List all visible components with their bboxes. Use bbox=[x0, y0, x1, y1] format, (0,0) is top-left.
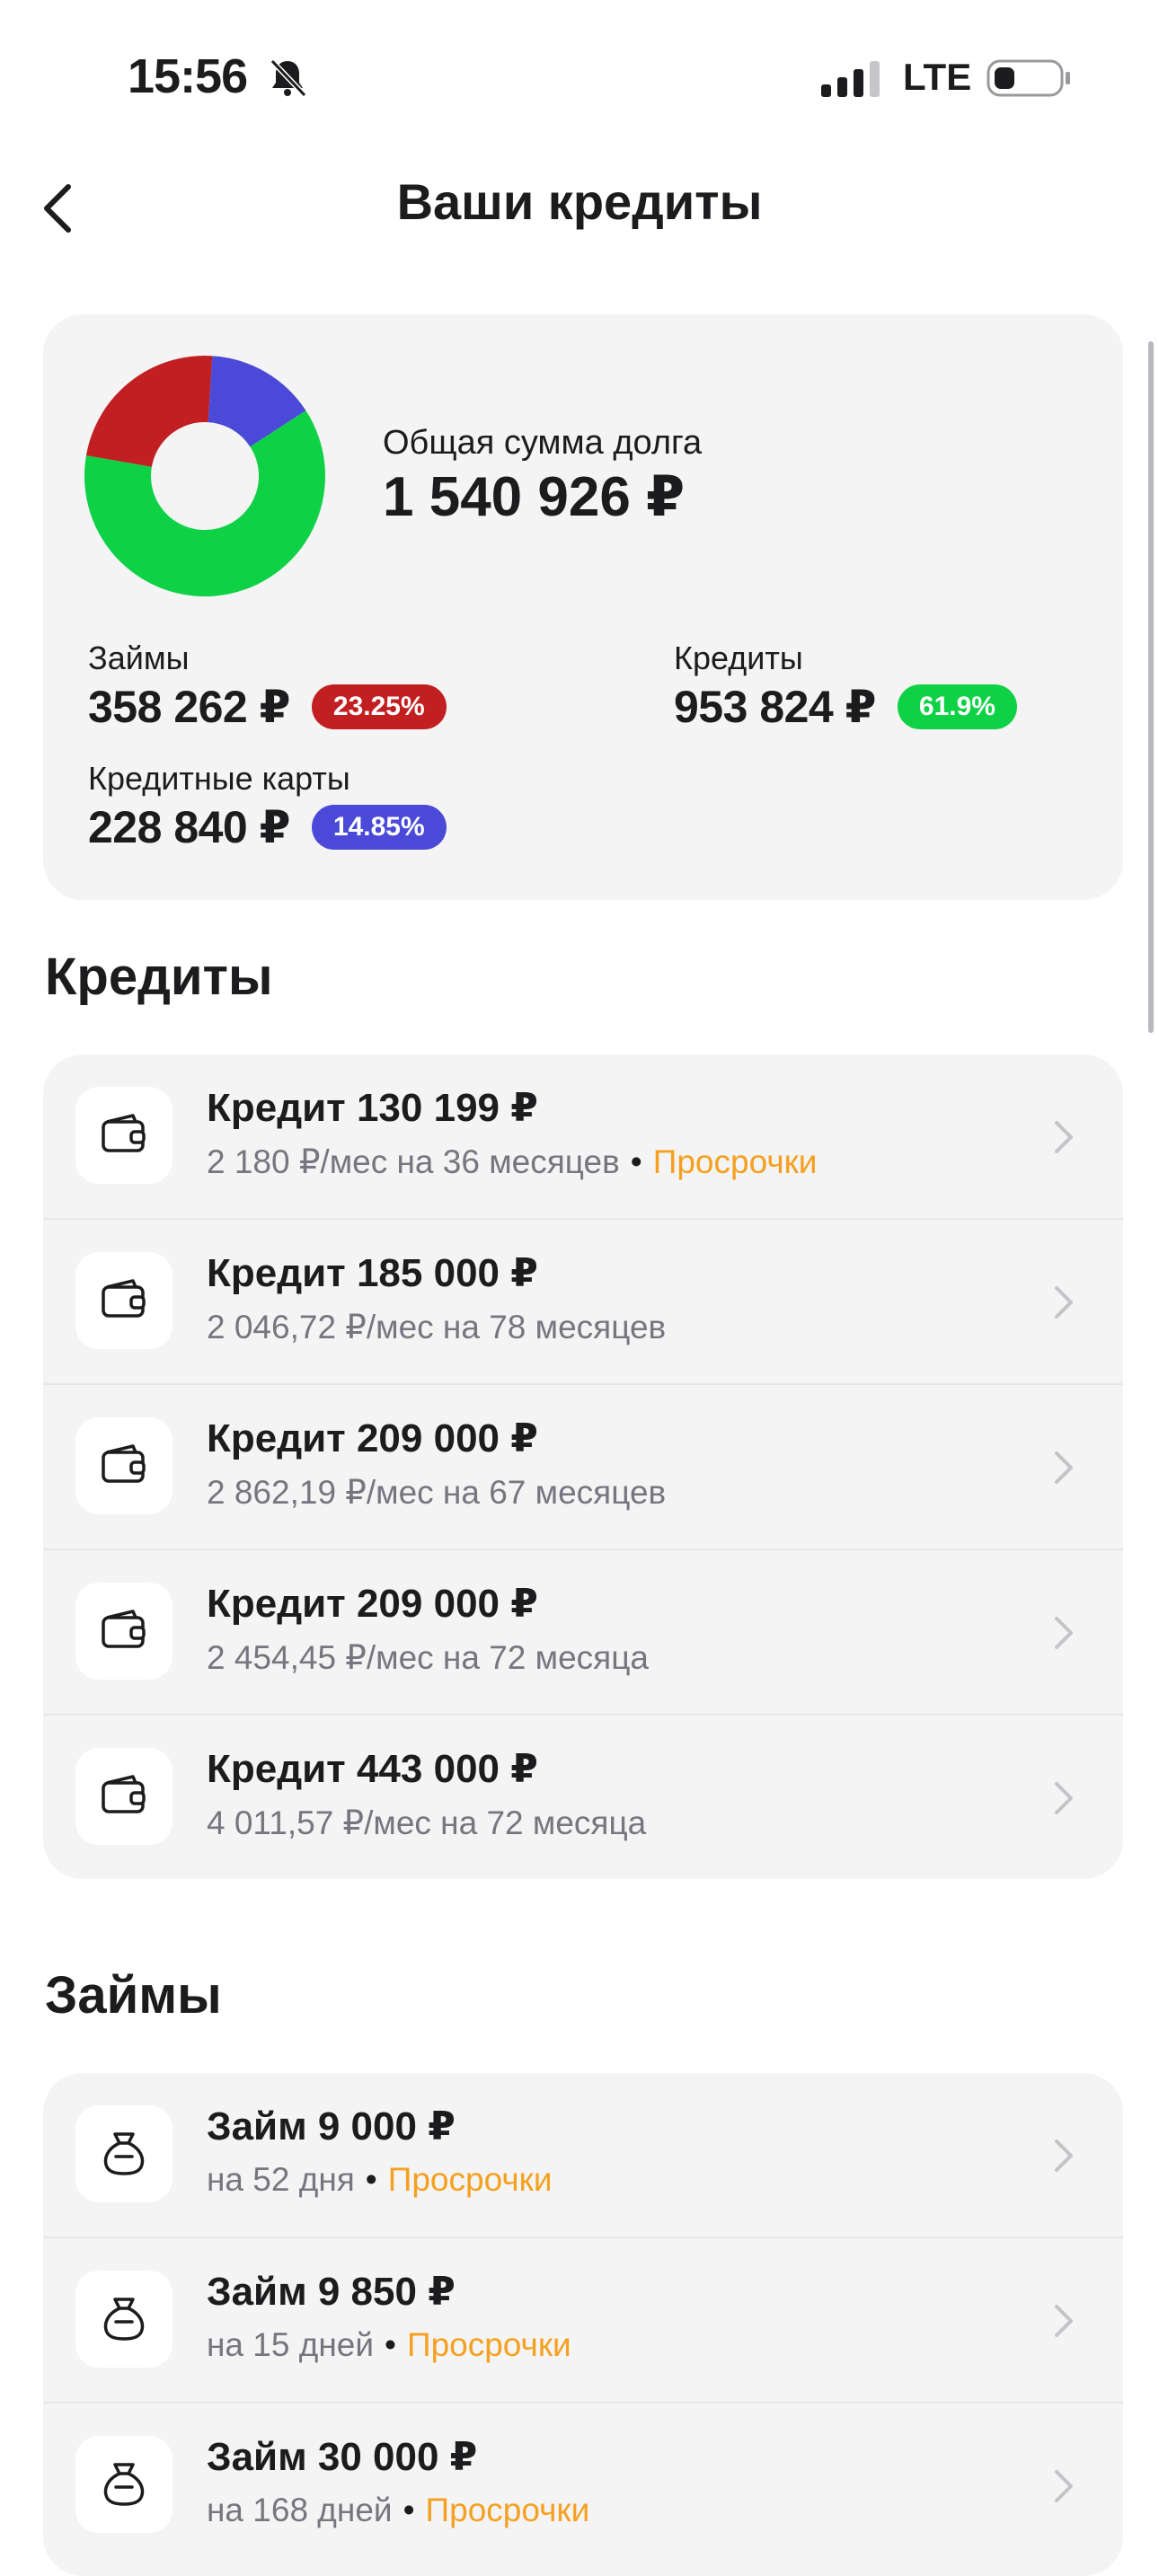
chevron-right-icon bbox=[1055, 2305, 1073, 2337]
scrollbar[interactable] bbox=[1148, 341, 1154, 1033]
loan-icon-box bbox=[75, 2436, 173, 2533]
money-bag-icon bbox=[103, 2132, 145, 2175]
credit-icon-box bbox=[75, 1252, 173, 1349]
credit-item-subtitle: 2 862,19 ₽/мес на 67 месяцев bbox=[207, 1474, 667, 1511]
credit-item[interactable]: Кредит 185 000 ₽ 2 046,72 ₽/мес на 78 ме… bbox=[43, 1220, 1123, 1385]
overdue-label: Просрочки bbox=[387, 2161, 553, 2198]
credit-item-subtitle: 2 180 ₽/мес на 36 месяцев • Просрочки bbox=[207, 1142, 817, 1181]
loan-item[interactable]: Займ 30 000 ₽ на 168 дней • Просрочки bbox=[43, 2404, 1123, 2567]
cards-summary-label: Кредитные карты bbox=[88, 760, 350, 797]
credit-item[interactable]: Кредит 209 000 ₽ 2 454,45 ₽/мес на 72 ме… bbox=[43, 1550, 1123, 1716]
donut-segment-loans bbox=[85, 356, 213, 467]
credits-list: Кредит 130 199 ₽ 2 180 ₽/мес на 36 месяц… bbox=[43, 1054, 1123, 1879]
battery-icon bbox=[986, 59, 1070, 97]
credit-item-title: Кредит 209 000 ₽ bbox=[207, 1416, 538, 1460]
credit-icon-box bbox=[75, 1583, 173, 1680]
wallet-icon bbox=[102, 1775, 146, 1813]
credits-summary-label: Кредиты bbox=[674, 640, 803, 676]
credit-item[interactable]: Кредит 130 199 ₽ 2 180 ₽/мес на 36 месяц… bbox=[43, 1054, 1123, 1220]
loans-percent-badge: 23.25% bbox=[311, 684, 447, 729]
chevron-right-icon bbox=[1055, 1451, 1073, 1484]
cards-summary-value: 228 840 ₽ bbox=[88, 802, 290, 852]
loans-summary-value: 358 262 ₽ bbox=[88, 682, 290, 732]
credits-summary-value: 953 824 ₽ bbox=[674, 682, 876, 732]
credit-item-subtitle: 4 011,57 ₽/мес на 72 месяца bbox=[207, 1804, 647, 1841]
loan-icon-box bbox=[75, 2105, 173, 2202]
credit-item-subtitle: 2 454,45 ₽/мес на 72 месяца bbox=[207, 1639, 649, 1676]
nav-bar: Ваши кредиты bbox=[0, 153, 1159, 260]
loan-item-title: Займ 30 000 ₽ bbox=[207, 2435, 478, 2479]
separator-dot: • bbox=[385, 2326, 396, 2363]
separator-dot: • bbox=[365, 2161, 377, 2198]
credit-item-title: Кредит 130 199 ₽ bbox=[207, 1086, 538, 1130]
signal-icon bbox=[821, 61, 880, 97]
chevron-right-icon bbox=[1055, 1286, 1073, 1319]
loan-icon-box bbox=[75, 2271, 173, 2368]
credit-item[interactable]: Кредит 443 000 ₽ 4 011,57 ₽/мес на 72 ме… bbox=[43, 1716, 1123, 1879]
page-title: Ваши кредиты bbox=[396, 173, 763, 230]
chevron-right-icon bbox=[1055, 2470, 1073, 2502]
chevron-right-icon bbox=[1055, 1617, 1073, 1649]
credit-icon-box bbox=[75, 1417, 173, 1514]
chevron-right-icon bbox=[1055, 1782, 1073, 1814]
cards-summary: Кредитные карты 228 840 ₽ 14.85% bbox=[88, 760, 447, 853]
bell-muted-icon bbox=[270, 58, 307, 98]
credit-icon-box bbox=[75, 1748, 173, 1845]
overdue-label: Просрочки bbox=[652, 1143, 818, 1180]
cards-percent-badge: 14.85% bbox=[311, 805, 447, 850]
loans-section-title: Займы bbox=[45, 1966, 222, 2025]
total-debt-label: Общая сумма долга bbox=[383, 424, 703, 462]
loan-item-subtitle: на 15 дней • Просрочки bbox=[207, 2326, 571, 2364]
separator-dot: • bbox=[403, 2492, 415, 2528]
separator-dot: • bbox=[630, 1143, 642, 1180]
wallet-icon bbox=[102, 1114, 146, 1152]
loans-summary: Займы 358 262 ₽ 23.25% bbox=[88, 640, 447, 733]
loan-item-subtitle: на 52 дня • Просрочки bbox=[207, 2161, 553, 2199]
credit-item-title: Кредит 209 000 ₽ bbox=[207, 1582, 538, 1626]
loans-list: Займ 9 000 ₽ на 52 дня • Просрочки Займ 9 … bbox=[43, 2073, 1123, 2576]
credit-item-subtitle: 2 046,72 ₽/мес на 78 месяцев bbox=[207, 1309, 667, 1345]
status-bar: 15:56 LTE bbox=[0, 0, 1159, 153]
overdue-label: Просрочки bbox=[406, 2326, 571, 2363]
loan-item-subtitle: на 168 дней • Просрочки bbox=[207, 2492, 589, 2529]
wallet-icon bbox=[102, 1610, 146, 1648]
credit-item-title: Кредит 185 000 ₽ bbox=[207, 1251, 538, 1295]
debt-summary-card: Общая сумма долга 1 540 926 ₽ Займы 358 … bbox=[43, 314, 1123, 900]
loan-item-terms: на 168 дней bbox=[207, 2492, 393, 2528]
money-bag-icon bbox=[103, 2463, 145, 2506]
status-time: 15:56 bbox=[128, 49, 248, 103]
chevron-right-icon bbox=[1055, 1121, 1073, 1153]
overdue-label: Просрочки bbox=[425, 2492, 590, 2528]
wallet-icon bbox=[102, 1279, 146, 1318]
chevron-right-icon bbox=[1055, 2139, 1073, 2172]
total-debt-value: 1 540 926 ₽ bbox=[383, 466, 686, 528]
credits-percent-badge: 61.9% bbox=[897, 684, 1017, 729]
credits-section-title: Кредиты bbox=[45, 948, 273, 1006]
credits-summary: Кредиты 953 824 ₽ 61.9% bbox=[674, 640, 1017, 733]
credit-item-title: Кредит 443 000 ₽ bbox=[207, 1747, 538, 1791]
credit-item-terms: 2 180 ₽/мес на 36 месяцев bbox=[207, 1143, 620, 1180]
credit-item[interactable]: Кредит 209 000 ₽ 2 862,19 ₽/мес на 67 ме… bbox=[43, 1385, 1123, 1550]
loan-item-title: Займ 9 850 ₽ bbox=[207, 2270, 456, 2314]
loan-item[interactable]: Займ 9 000 ₽ на 52 дня • Просрочки bbox=[43, 2073, 1123, 2238]
network-label: LTE bbox=[903, 56, 972, 98]
loans-summary-label: Займы bbox=[88, 640, 190, 676]
loan-item-title: Займ 9 000 ₽ bbox=[207, 2104, 456, 2148]
loan-item-terms: на 52 дня bbox=[207, 2161, 355, 2198]
wallet-icon bbox=[102, 1444, 146, 1483]
loan-item-terms: на 15 дней bbox=[207, 2326, 374, 2363]
credit-icon-box bbox=[75, 1087, 173, 1184]
money-bag-icon bbox=[103, 2298, 145, 2341]
loan-item[interactable]: Займ 9 850 ₽ на 15 дней • Просрочки bbox=[43, 2238, 1123, 2404]
debt-donut-chart bbox=[84, 356, 326, 596]
